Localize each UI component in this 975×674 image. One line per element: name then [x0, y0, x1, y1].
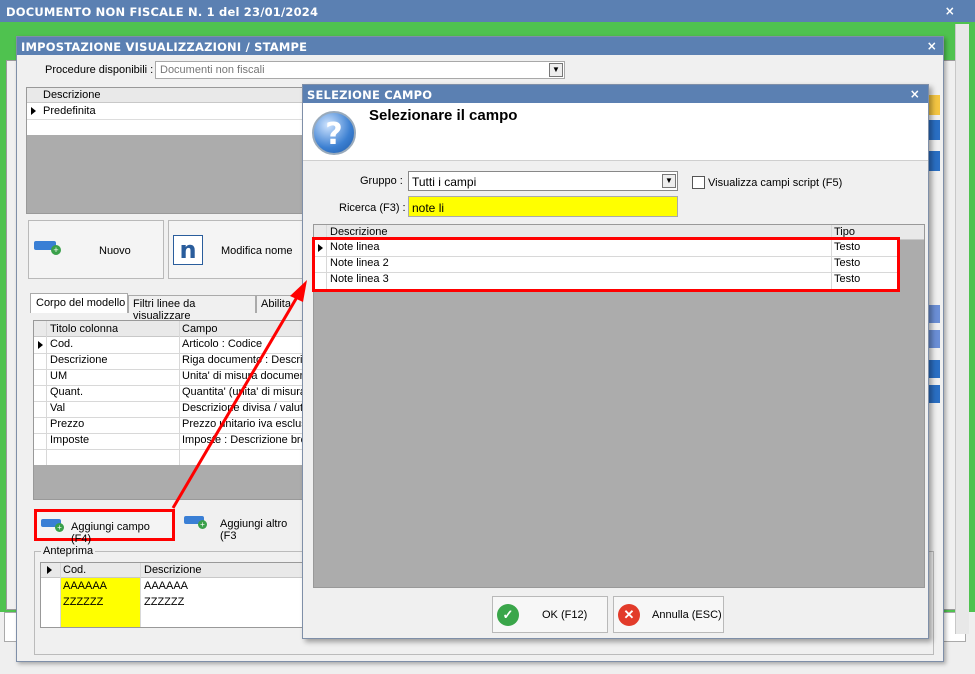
- annotation-arrow: [171, 280, 307, 509]
